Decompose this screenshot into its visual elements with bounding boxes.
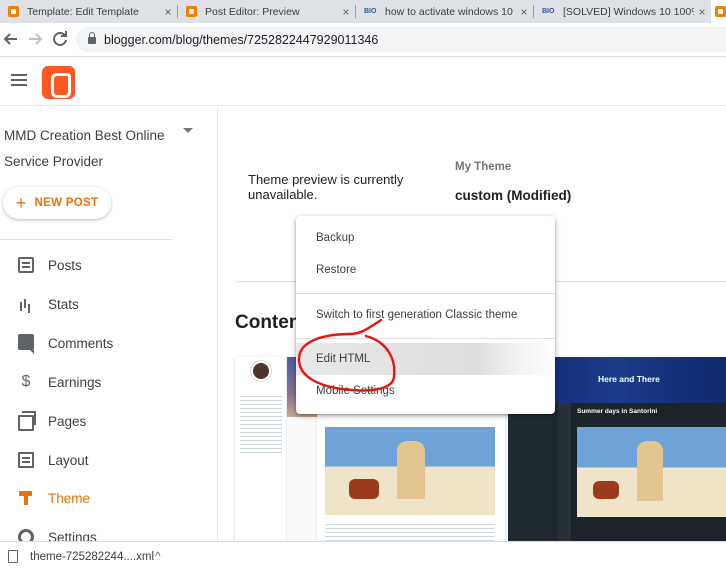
menu-item-switch-classic-theme[interactable]: Switch to first generation Classic theme	[296, 299, 555, 331]
sidebar-item-label: Stats	[48, 296, 79, 312]
back-arrow-icon[interactable]	[0, 28, 22, 50]
chevron-up-icon[interactable]: ^	[155, 549, 161, 563]
sidebar-item-theme[interactable]: Theme	[0, 483, 217, 513]
thumbnail-post-image	[577, 427, 726, 517]
menu-item-label: Backup	[316, 232, 355, 244]
menu-item-edit-html[interactable]: Edit HTML	[296, 343, 555, 375]
menu-item-label: Restore	[316, 264, 357, 276]
menu-item-label: Mobile Settings	[316, 385, 395, 397]
preview-unavailable-message: Theme preview is currently unavailable.	[248, 172, 404, 202]
menu-item-mobile-settings[interactable]: Mobile Settings	[296, 375, 555, 407]
sidebar-item-earnings[interactable]: $ Earnings	[0, 367, 217, 397]
blogger-icon	[8, 6, 19, 17]
thumbnail-post-card: Summer days in Santorini	[571, 403, 726, 541]
file-icon	[8, 550, 18, 563]
layout-icon	[18, 452, 34, 468]
sidebar-item-label: Theme	[48, 490, 91, 506]
comments-icon	[18, 333, 34, 354]
gear-icon	[18, 529, 34, 541]
browser-tab[interactable]: BIO [SOLVED] Windows 10 100% ×	[534, 0, 710, 23]
sidebar-item-label: Settings	[48, 529, 97, 542]
tab-label: how to activate windows 10	[385, 5, 513, 18]
sidebar-item-label: Layout	[48, 452, 89, 468]
close-icon[interactable]: ×	[516, 5, 532, 19]
posts-icon	[18, 257, 34, 273]
sidebar-item-pages[interactable]: Pages	[0, 406, 217, 436]
sidebar-item-posts[interactable]: Posts	[0, 250, 217, 280]
browser-tab[interactable]: BIO how to activate windows 10 ×	[356, 0, 532, 23]
microsoft-icon: BIO	[364, 8, 377, 15]
theme-icon	[18, 490, 34, 506]
plus-icon: +	[15, 193, 27, 213]
pages-icon	[18, 410, 36, 431]
menu-item-restore[interactable]: Restore	[296, 254, 555, 286]
menu-item-backup[interactable]: Backup	[296, 222, 555, 254]
menu-icon[interactable]	[11, 74, 27, 86]
menu-item-label: Edit HTML	[316, 353, 371, 365]
chevron-down-icon[interactable]	[183, 128, 193, 133]
sidebar-item-comments[interactable]: Comments	[0, 328, 217, 358]
divider	[0, 239, 172, 240]
thumbnail-title: Here and There	[598, 374, 660, 384]
address-bar[interactable]: blogger.com/blog/themes/7252822447929011…	[76, 27, 726, 52]
browser-tab-active[interactable]	[711, 0, 726, 23]
forward-arrow-icon[interactable]	[24, 28, 46, 50]
new-post-label: NEW POST	[34, 197, 99, 209]
tab-label: Post Editor: Preview	[205, 5, 300, 18]
menu-divider	[296, 338, 555, 339]
close-icon[interactable]: ×	[160, 5, 176, 19]
thumbnail-sidebar	[508, 403, 558, 541]
sidebar-item-label: Pages	[48, 413, 87, 429]
stats-icon	[18, 296, 34, 312]
blogger-icon	[186, 6, 197, 17]
sidebar-item-layout[interactable]: Layout	[0, 445, 217, 475]
blogger-logo-icon[interactable]	[42, 66, 75, 99]
theme-options-menu: Backup Restore Switch to first generatio…	[296, 216, 555, 414]
browser-tab[interactable]: Template: Edit Template ×	[0, 0, 176, 23]
thumbnail-post-title: Summer days in Santorini	[577, 408, 658, 415]
thumbnail-post-image	[325, 427, 495, 515]
thumbnail-sidebar	[235, 357, 287, 541]
sidebar-item-label: Comments	[48, 335, 114, 351]
sidebar-item-label: Earnings	[48, 374, 102, 390]
menu-item-label: Switch to first generation Classic theme	[316, 309, 518, 321]
thumbnail-text-lines	[240, 393, 282, 453]
download-filename[interactable]: theme-725282244....xml	[30, 551, 154, 563]
theme-name: custom (Modified)	[455, 188, 572, 203]
new-post-button[interactable]: + NEW POST	[3, 187, 111, 219]
sidebar-item-stats[interactable]: Stats	[0, 289, 217, 319]
blogger-icon	[715, 6, 726, 17]
lock-icon[interactable]	[88, 32, 96, 44]
avatar	[251, 361, 271, 381]
dollar-icon: $	[21, 373, 31, 390]
tab-label: Template: Edit Template	[27, 5, 139, 18]
blog-name[interactable]: MMD Creation Best Online Service Provide…	[4, 123, 174, 175]
tab-label: [SOLVED] Windows 10 100%	[563, 5, 694, 18]
sidebar-item-settings[interactable]: Settings	[0, 522, 217, 541]
thumbnail-post-card	[317, 405, 505, 541]
browser-tab[interactable]: Post Editor: Preview ×	[178, 0, 354, 23]
sidebar: MMD Creation Best Online Service Provide…	[0, 107, 218, 541]
close-icon[interactable]: ×	[338, 5, 354, 19]
microsoft-icon: BIO	[542, 8, 555, 15]
my-theme-label: My Theme	[455, 161, 512, 173]
menu-divider	[296, 293, 555, 294]
close-icon[interactable]: ×	[694, 5, 710, 19]
url-text: blogger.com/blog/themes/7252822447929011…	[104, 32, 379, 47]
reload-icon[interactable]	[49, 28, 71, 50]
browser-tab-strip: Template: Edit Template × Post Editor: P…	[0, 0, 726, 23]
app-header	[0, 58, 726, 106]
browser-toolbar: blogger.com/blog/themes/7252822447929011…	[0, 23, 726, 57]
download-bar: theme-725282244....xml ^	[0, 541, 726, 572]
sidebar-item-label: Posts	[48, 257, 82, 273]
thumbnail-text-lines	[325, 521, 495, 541]
